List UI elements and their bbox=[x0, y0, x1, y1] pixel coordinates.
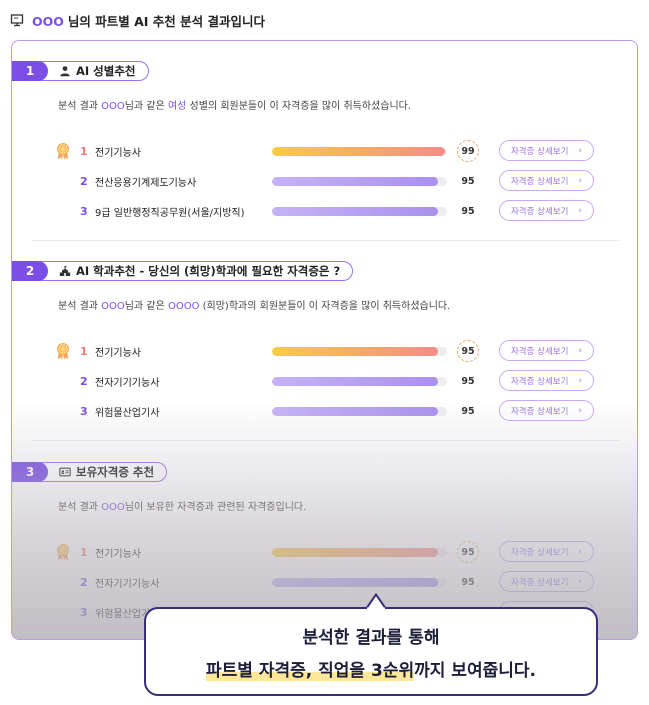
score-bar-fill bbox=[272, 548, 439, 557]
certificate-detail-button[interactable]: 자격증 상세보기› bbox=[499, 170, 594, 191]
rank-number: 3 bbox=[80, 404, 88, 418]
chevron-right-icon: › bbox=[578, 145, 583, 156]
section-number: 2 bbox=[12, 261, 48, 281]
rank-number: 1 bbox=[80, 344, 88, 358]
user-name: OOO bbox=[32, 13, 64, 29]
score-value: 95 bbox=[457, 340, 479, 362]
score-bar-fill bbox=[272, 377, 439, 386]
section-header: 2 AI 학과추천 - 당신의 (희망)학과에 필요한 자격증은 ? bbox=[12, 260, 354, 282]
score-bar bbox=[272, 548, 447, 557]
certificate-name: 전산응용기계제도기능사 bbox=[95, 177, 197, 189]
section-title-pill: 보유자격증 추천 bbox=[40, 462, 168, 482]
score-value: 99 bbox=[457, 140, 479, 162]
rank-number: 3 bbox=[80, 204, 88, 218]
section-description: 분석 결과 OOO님과 같은 OOOO (희망)학과의 회원분들이 이 자격증을… bbox=[58, 301, 451, 312]
certificate-detail-button[interactable]: 자격증 상세보기› bbox=[499, 200, 594, 221]
school-icon bbox=[59, 266, 71, 276]
score-bar bbox=[272, 147, 447, 156]
rank-number: 1 bbox=[80, 545, 88, 559]
certificate-name: 전기기능사 bbox=[95, 548, 141, 560]
section-title: AI 학과추천 - 당신의 (희망)학과에 필요한 자격증은 ? bbox=[76, 264, 341, 278]
score-bar bbox=[272, 407, 447, 416]
section-divider bbox=[32, 240, 619, 241]
certificate-name: 위험물산업기사 bbox=[95, 407, 160, 419]
certificate-detail-button[interactable]: 자격증 상세보기› bbox=[499, 370, 594, 391]
score-bar-fill bbox=[272, 347, 439, 356]
section-description: 분석 결과 OOO님과 같은 여성 성별의 회원분들이 이 자격증을 많이 취득… bbox=[58, 101, 412, 112]
score-bar bbox=[272, 347, 447, 356]
score-value: 95 bbox=[461, 405, 475, 417]
info-callout: 분석한 결과를 통해 파트별 자격증, 직업을 3순위까지 보여줍니다. bbox=[144, 593, 598, 696]
score-bar bbox=[272, 177, 447, 186]
result-row: 2 전자기기기능사 95 자격증 상세보기 › bbox=[12, 571, 637, 593]
score-bar-fill bbox=[272, 177, 439, 186]
score-bar-fill bbox=[272, 578, 439, 587]
certificate-name: 전자기기기능사 bbox=[95, 377, 160, 389]
chevron-right-icon: › bbox=[578, 576, 583, 587]
rank-number: 3 bbox=[80, 605, 88, 619]
chevron-right-icon: › bbox=[578, 546, 583, 557]
certificate-name: 9급 일반행정직공무원(서울/지방직) bbox=[95, 207, 245, 219]
certificate-detail-button[interactable]: 자격증 상세보기› bbox=[499, 400, 594, 421]
chevron-right-icon: › bbox=[578, 375, 583, 386]
rank-number: 2 bbox=[80, 374, 88, 388]
score-bar bbox=[272, 578, 447, 587]
id-card-icon bbox=[59, 467, 71, 477]
result-row: 1 전기기능사 95 자격증 상세보기 › bbox=[12, 340, 637, 362]
callout-line-1: 분석한 결과를 통해 bbox=[302, 627, 440, 648]
user-icon bbox=[60, 66, 70, 77]
certificate-detail-button[interactable]: 자격증 상세보기› bbox=[499, 140, 594, 161]
certificate-detail-button[interactable]: 자격증 상세보기› bbox=[499, 541, 594, 562]
section-number: 1 bbox=[12, 61, 48, 81]
rank-number: 2 bbox=[80, 174, 88, 188]
certificate-name: 전자기기기능사 bbox=[95, 578, 160, 590]
score-bar-fill bbox=[272, 407, 439, 416]
certificate-name: 전기기능사 bbox=[95, 147, 141, 159]
section-title-pill: AI 학과추천 - 당신의 (희망)학과에 필요한 자격증은 ? bbox=[40, 261, 354, 281]
score-bar bbox=[272, 207, 447, 216]
rank-number: 2 bbox=[80, 575, 88, 589]
score-value: 95 bbox=[457, 541, 479, 563]
page-header: OOO 님의 파트별 AI 추천 분석 결과입니다 bbox=[10, 10, 265, 30]
callout-caret bbox=[365, 593, 387, 609]
score-bar-fill bbox=[272, 207, 439, 216]
section-title: AI 성별추천 bbox=[76, 64, 136, 78]
result-row: 1 전기기능사 95 자격증 상세보기 › bbox=[12, 541, 637, 563]
score-bar-fill bbox=[272, 147, 446, 156]
score-value: 95 bbox=[461, 576, 475, 588]
results-card: 1 AI 성별추천 분석 결과 OOO님과 같은 여성 성별의 회원분들이 이 … bbox=[11, 40, 638, 640]
medal-icon bbox=[57, 544, 69, 561]
result-row: 1 전기기능사 99 자격증 상세보기 › bbox=[12, 140, 637, 162]
result-row: 2 전자기기기능사 95 자격증 상세보기 › bbox=[12, 370, 637, 392]
section-description: 분석 결과 OOO님이 보유한 자격증과 관련된 자격증입니다. bbox=[58, 502, 307, 513]
section-number: 3 bbox=[12, 462, 48, 482]
chevron-right-icon: › bbox=[578, 175, 583, 186]
medal-icon bbox=[57, 143, 69, 160]
page-title: 님의 파트별 AI 추천 분석 결과입니다 bbox=[67, 13, 265, 29]
result-row: 3 9급 일반행정직공무원(서울/지방직) 95 자격증 상세보기 › bbox=[12, 200, 637, 222]
section-title: 보유자격증 추천 bbox=[76, 465, 155, 479]
section-title-pill: AI 성별추천 bbox=[40, 61, 149, 81]
certificate-detail-button[interactable]: 자격증 상세보기› bbox=[499, 571, 594, 592]
certificate-detail-button[interactable]: 자격증 상세보기› bbox=[499, 340, 594, 361]
monitor-icon bbox=[10, 14, 24, 27]
score-value: 95 bbox=[461, 205, 475, 217]
section-divider bbox=[32, 440, 619, 441]
callout-highlight: 파트별 자격증, 직업을 3순위 bbox=[206, 660, 415, 681]
result-row: 2 전산응용기계제도기능사 95 자격증 상세보기 › bbox=[12, 170, 637, 192]
chevron-right-icon: › bbox=[578, 405, 583, 416]
score-value: 95 bbox=[461, 175, 475, 187]
section-header: 3 보유자격증 추천 bbox=[12, 461, 168, 483]
chevron-right-icon: › bbox=[578, 205, 583, 216]
certificate-name: 전기기능사 bbox=[95, 347, 141, 359]
rank-number: 1 bbox=[80, 144, 88, 158]
chevron-right-icon: › bbox=[578, 345, 583, 356]
score-bar bbox=[272, 377, 447, 386]
medal-icon bbox=[57, 343, 69, 360]
callout-line-2: 파트별 자격증, 직업을 3순위까지 보여줍니다. bbox=[206, 660, 536, 681]
section-header: 1 AI 성별추천 bbox=[12, 60, 149, 82]
score-value: 95 bbox=[461, 375, 475, 387]
result-row: 3 위험물산업기사 95 자격증 상세보기› bbox=[12, 400, 637, 422]
